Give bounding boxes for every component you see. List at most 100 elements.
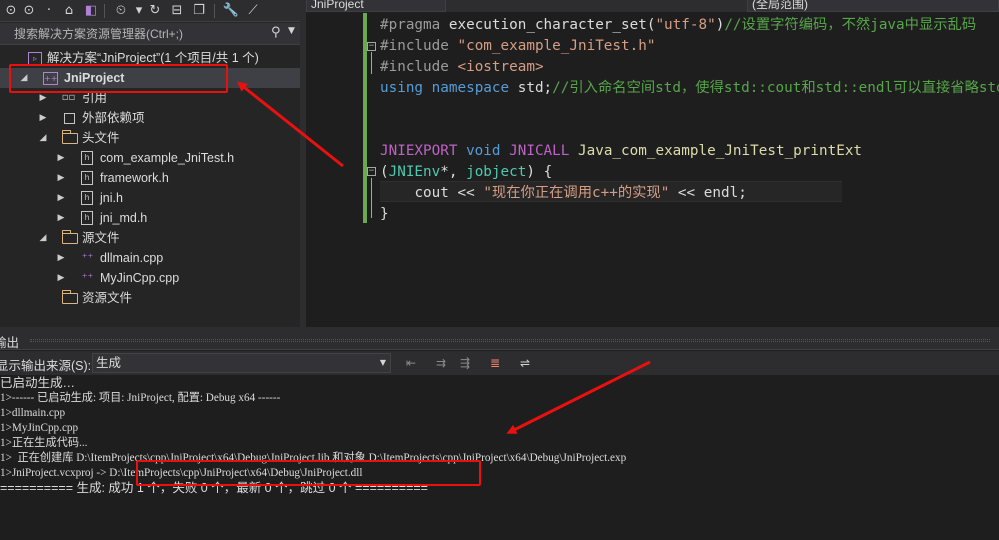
- tree-item-label: JniProject: [64, 71, 125, 85]
- output-line: 1> 正在创建库 D:\ItemProjects\cpp\JniProject\…: [0, 452, 627, 464]
- output-line: 1>MyJinCpp.cpp: [0, 422, 79, 434]
- tree-item-label: jni.h: [100, 191, 123, 205]
- go-next-icon[interactable]: ⇶: [456, 355, 474, 371]
- collapse-arrow-icon[interactable]: ▶: [37, 88, 49, 108]
- properties-wrench-icon[interactable]: 🔧: [222, 2, 240, 20]
- collapse-all-icon[interactable]: ⊟: [168, 2, 186, 20]
- output-line: 1>------ 已启动生成: 项目: JniProject, 配置: Debu…: [0, 392, 281, 404]
- toolbar-separator: [104, 4, 105, 18]
- folder-icon: [62, 230, 78, 244]
- refresh-icon[interactable]: ↻: [146, 2, 164, 20]
- tree-item-file[interactable]: ▶ h jni_md.h: [0, 208, 300, 228]
- code-line-brace: }: [380, 206, 389, 222]
- search-input[interactable]: [14, 23, 264, 45]
- output-toolbar: 显示输出来源(S): 生成 ▼ ⇤ ⇉ ⇶ ≣ ⇌: [0, 351, 999, 375]
- solution-explorer: ⊙ ⊙ · ⌂ ◧ ⏲ ▾ ↻ ⊟ ❐ 🔧 ⟋ ⚲ ▼ ▹ 解决方案“JniPr…: [0, 0, 300, 327]
- references-icon: ▫▫: [61, 92, 76, 103]
- output-line: 已启动生成…: [0, 376, 76, 390]
- tree-item-label: 资源文件: [82, 291, 133, 305]
- expand-arrow-icon[interactable]: ◢: [37, 228, 49, 248]
- output-text-area[interactable]: 已启动生成… 1>------ 已启动生成: 项目: JniProject, 配…: [0, 375, 999, 540]
- output-source-select[interactable]: 生成 ▼: [92, 353, 391, 373]
- header-file-icon: h: [81, 211, 93, 225]
- back-icon[interactable]: ⊙: [2, 2, 20, 20]
- output-source-label: 显示输出来源(S):: [0, 359, 92, 373]
- code-line-include: #include "com_example_JniTest.h": [380, 38, 656, 54]
- cpp-file-icon: ⁺⁺: [81, 271, 94, 284]
- tree-item-solution[interactable]: ▹ 解决方案“JniProject”(1 个项目/共 1 个): [0, 48, 300, 68]
- tree-item-external-deps[interactable]: ▶ 外部依赖项: [0, 108, 300, 128]
- output-line: ========== 生成: 成功 1 个，失败 0 个，最新 0 个，跳过 0…: [0, 481, 428, 495]
- tree-item-label: 头文件: [82, 131, 120, 145]
- tree-item-file[interactable]: ▶ h com_example_JniTest.h: [0, 148, 300, 168]
- tree-item-resource-files[interactable]: 资源文件: [0, 288, 300, 308]
- code-line-using: using namespace std;//引入命名空间std，使得std::c…: [380, 80, 999, 96]
- code-line-signature: JNIEXPORT void JNICALL Java_com_example_…: [380, 143, 863, 159]
- find-message-icon[interactable]: ⇤: [402, 355, 420, 371]
- collapse-arrow-icon[interactable]: ▶: [55, 148, 67, 168]
- editor-navigation-bar: JniProject (全局范围): [306, 0, 999, 12]
- tree-item-label: 解决方案“JniProject”(1 个项目/共 1 个): [47, 51, 259, 65]
- cpp-file-icon: ⁺⁺: [81, 251, 94, 264]
- home-icon[interactable]: ⌂: [60, 2, 78, 20]
- go-previous-icon[interactable]: ⇉: [432, 355, 450, 371]
- folder-icon: [62, 130, 78, 144]
- tree-item-file[interactable]: ▶ h framework.h: [0, 168, 300, 188]
- expand-arrow-icon[interactable]: ◢: [37, 128, 49, 148]
- folder-icon: [62, 290, 78, 304]
- collapse-arrow-icon[interactable]: ▶: [37, 108, 49, 128]
- fold-toggle-icon[interactable]: −: [367, 167, 376, 176]
- tree-item-label: MyJinCpp.cpp: [100, 271, 180, 285]
- expand-arrow-icon[interactable]: ◢: [18, 68, 30, 88]
- output-line: 1>JniProject.vcxproj -> D:\ItemProjects\…: [0, 467, 363, 479]
- panel-grip[interactable]: [30, 339, 990, 342]
- tree-item-label: 外部依赖项: [82, 111, 145, 125]
- back-arrow-icon[interactable]: ·: [40, 2, 58, 20]
- word-wrap-icon[interactable]: ⇌: [516, 355, 534, 371]
- chevron-down-icon[interactable]: ▼: [288, 26, 295, 36]
- pending-changes-filter-icon[interactable]: ⏲: [112, 2, 130, 20]
- output-line: 1>dllmain.cpp: [0, 407, 66, 419]
- tree-item-header-files[interactable]: ◢ 头文件: [0, 128, 300, 148]
- tree-item-references[interactable]: ▶ ▫▫ 引用: [0, 88, 300, 108]
- clear-all-icon[interactable]: ≣: [486, 355, 504, 371]
- output-line: 1>正在生成代码...: [0, 437, 88, 449]
- collapse-arrow-icon[interactable]: ▶: [55, 168, 67, 188]
- toolbar-separator: [214, 4, 215, 18]
- tree-item-label: 引用: [82, 91, 108, 105]
- collapse-arrow-icon[interactable]: ▶: [55, 188, 67, 208]
- tree-item-label: jni_md.h: [100, 211, 148, 225]
- tree-item-file[interactable]: ▶ ⁺⁺ MyJinCpp.cpp: [0, 268, 300, 288]
- external-deps-icon: [64, 113, 75, 124]
- solution-explorer-toolbar: ⊙ ⊙ · ⌂ ◧ ⏲ ▾ ↻ ⊟ ❐ 🔧 ⟋: [0, 0, 300, 22]
- output-source-value: 生成: [96, 356, 122, 370]
- scope-dropdown[interactable]: (全局范围): [747, 0, 999, 12]
- output-panel-title: 输出: [0, 336, 20, 350]
- collapse-arrow-icon[interactable]: ▶: [55, 208, 67, 228]
- search-icon[interactable]: ⚲: [271, 25, 281, 40]
- project-dropdown[interactable]: JniProject: [306, 0, 446, 12]
- tree-item-label: framework.h: [100, 171, 169, 185]
- preview-selected-icon[interactable]: ⟋: [244, 2, 262, 20]
- tree-item-label: 源文件: [82, 231, 120, 245]
- code-line-cout: cout << "现在你正在调用c++的实现" << endl;: [414, 185, 747, 201]
- fold-toggle-icon[interactable]: −: [367, 42, 376, 51]
- switch-views-icon[interactable]: ◧: [82, 2, 100, 20]
- solution-explorer-search: ⚲ ▼: [0, 23, 300, 45]
- code-line-include: #include <iostream>: [380, 59, 544, 75]
- fold-guide: [371, 52, 372, 74]
- collapse-arrow-icon[interactable]: ▶: [55, 248, 67, 268]
- header-file-icon: h: [81, 151, 93, 165]
- tree-item-source-files[interactable]: ◢ 源文件: [0, 228, 300, 248]
- forward-icon[interactable]: ⊙: [20, 2, 38, 20]
- output-panel-header: 输出: [0, 330, 999, 350]
- show-all-files-icon[interactable]: ❐: [190, 2, 208, 20]
- tree-item-file[interactable]: ▶ h jni.h: [0, 188, 300, 208]
- collapse-arrow-icon[interactable]: ▶: [55, 268, 67, 288]
- project-icon: ++: [43, 72, 58, 85]
- tree-item-file[interactable]: ▶ ⁺⁺ dllmain.cpp: [0, 248, 300, 268]
- header-file-icon: h: [81, 191, 93, 205]
- code-editor[interactable]: JniProject (全局范围) #pragma execution_char…: [306, 0, 999, 327]
- code-line-pragma: #pragma execution_character_set("utf-8")…: [380, 17, 977, 33]
- tree-item-project[interactable]: ◢ ++ JniProject: [0, 68, 300, 88]
